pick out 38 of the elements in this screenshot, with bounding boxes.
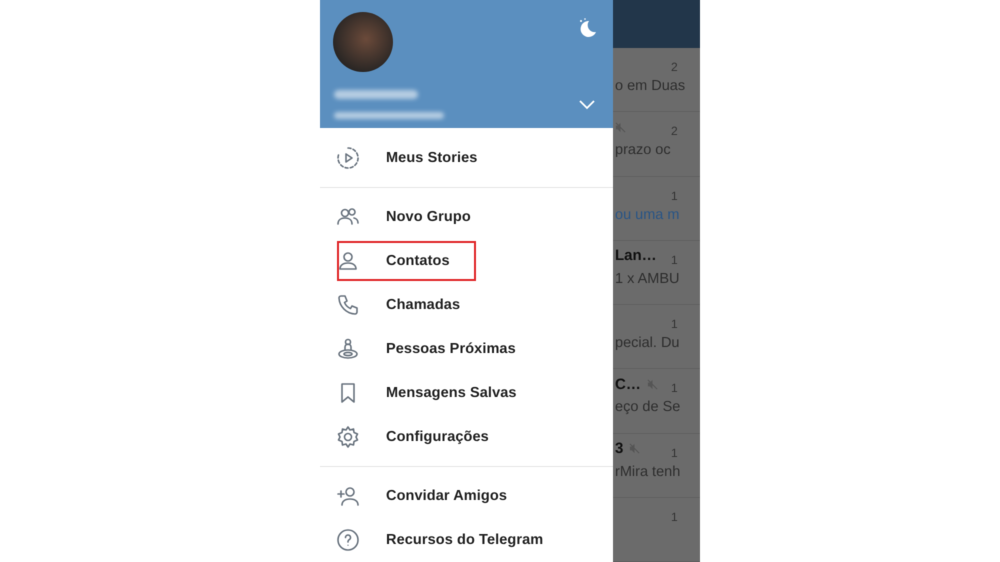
chat-time: 1 (671, 510, 678, 524)
story-ring-icon (336, 146, 360, 170)
chat-row[interactable]: Lan… 1 1 x AMBU (613, 240, 700, 305)
add-person-icon (336, 484, 360, 508)
menu-item[interactable]: Novo Grupo (386, 209, 471, 225)
settings-icon (336, 425, 360, 449)
person-on-radar-icon (336, 337, 360, 361)
highlighted-menu-item[interactable]: Contatos (339, 243, 474, 279)
chat-title: Lan… (615, 247, 657, 264)
menu-item[interactable]: Pessoas Próximas (386, 341, 516, 357)
chat-time: 1 (671, 381, 678, 396)
menu-item[interactable]: Convidar Amigos (386, 488, 508, 504)
chevron-down-icon[interactable] (579, 100, 595, 110)
chat-time: 2 (671, 124, 678, 138)
chat-time: 1 (671, 188, 678, 202)
chat-time: 1 (671, 317, 678, 331)
chat-preview: rMira tenh (615, 464, 682, 480)
chat-preview: o em Duas (615, 78, 686, 94)
menu-item[interactable]: Configurações (386, 429, 489, 445)
chat-time: 1 (671, 252, 678, 267)
chat-time: 1 (671, 446, 678, 460)
chat-preview: prazo oc (615, 142, 672, 158)
phone-icon (336, 293, 360, 317)
chat-row[interactable]: 3 1 rMira tenh (613, 434, 700, 498)
chat-preview: eço de Se (615, 399, 682, 416)
menu-item[interactable]: Chamadas (386, 297, 460, 313)
chat-preview: 1 x AMBU (615, 270, 680, 287)
chat-title: 3 (615, 440, 624, 457)
chat-time: 2 (671, 60, 678, 74)
menu-item[interactable]: Meus Stories (386, 150, 478, 166)
chat-preview: ou uma m (615, 206, 680, 222)
chat-preview: pecial. Du (615, 335, 680, 351)
help-icon (336, 528, 360, 552)
menu-item[interactable]: Recursos do Telegram (386, 532, 544, 548)
chat-title: C… (615, 376, 641, 393)
person-icon (336, 249, 360, 273)
chat-row[interactable]: C… 1 eço de Se (613, 369, 700, 434)
menu-item[interactable]: Mensagens Salvas (386, 385, 517, 401)
